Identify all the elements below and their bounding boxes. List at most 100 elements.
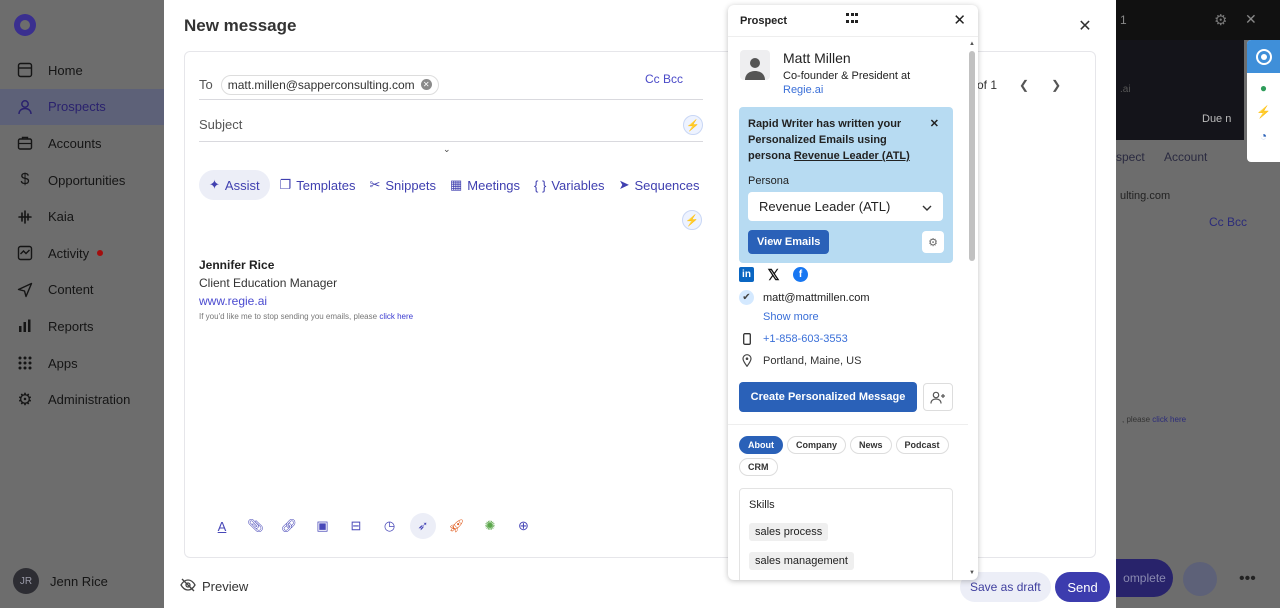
extension-widget: ● ⚡ ◔: [1247, 40, 1280, 162]
linkedin-icon[interactable]: in: [739, 267, 754, 282]
pie-icon[interactable]: ◔: [1260, 129, 1267, 143]
extension-logo-icon[interactable]: [1247, 40, 1280, 73]
sidebar-item-label: Reports: [48, 318, 94, 334]
sidebar-item-activity[interactable]: Activity: [0, 235, 164, 272]
sidebar-item-apps[interactable]: Apps: [0, 345, 164, 382]
cursor-icon[interactable]: ➶: [410, 513, 436, 539]
chevron-down-icon[interactable]: ⌄: [443, 144, 451, 155]
sidebar-item-label: Administration: [48, 392, 131, 408]
assist-button[interactable]: ✦ Assist: [199, 170, 270, 200]
add-person-icon[interactable]: [923, 383, 953, 411]
skill-tag: sales management: [749, 552, 854, 570]
tab-company[interactable]: Company: [787, 436, 847, 454]
compose-toolbar: ✦ Assist ❐ Templates ✂ Snippets ▦ Meetin…: [199, 170, 714, 200]
bug-icon[interactable]: ✺: [477, 513, 503, 539]
tool-label: Assist: [224, 177, 260, 193]
facebook-icon[interactable]: f: [793, 267, 808, 282]
prospect-company[interactable]: Regie.ai: [783, 84, 910, 96]
prospect-title: Co-founder & President at: [783, 70, 911, 82]
sidebar-item-accounts[interactable]: Accounts: [0, 125, 164, 162]
brand-logo[interactable]: [14, 14, 36, 36]
scroll-up-icon[interactable]: ▲: [968, 41, 976, 47]
sidebar-item-content[interactable]: Content: [0, 272, 164, 309]
tool-label: Meetings: [467, 177, 521, 193]
show-more-link[interactable]: Show more: [763, 311, 819, 323]
subject-placeholder: Subject: [199, 117, 243, 132]
unsubscribe-link[interactable]: click here: [379, 312, 413, 321]
snippet-icon[interactable]: ⊟: [343, 513, 369, 539]
signature-website[interactable]: www.regie.ai: [199, 294, 413, 308]
bolt-icon[interactable]: ⚡: [683, 115, 703, 135]
user-profile[interactable]: JR Jenn Rice: [13, 568, 108, 594]
background-due-text: Due n: [1202, 113, 1232, 125]
sidebar-item-reports[interactable]: Reports: [0, 308, 164, 345]
snippets-button[interactable]: ✂ Snippets: [369, 170, 436, 200]
gear-icon[interactable]: ⚙: [1214, 11, 1227, 29]
subject-field[interactable]: Subject ⚡: [199, 108, 703, 142]
sidebar-item-prospects[interactable]: Prospects: [0, 88, 164, 126]
remove-recipient-icon[interactable]: ✕: [420, 79, 432, 90]
sequences-button[interactable]: ➤ Sequences: [619, 170, 700, 200]
close-icon[interactable]: ✕: [1245, 11, 1257, 28]
to-field[interactable]: To matt.millen@sapperconsulting.com ✕ Cc…: [199, 70, 703, 100]
panel-scrollbar[interactable]: ▲ ▼: [968, 41, 976, 576]
persona-link[interactable]: Revenue Leader (ATL): [794, 150, 910, 162]
close-icon[interactable]: ✕: [953, 11, 966, 29]
people-icon[interactable]: ●: [1260, 81, 1267, 95]
rocket-icon[interactable]: 🚀︎: [444, 513, 470, 539]
divider: [728, 424, 968, 425]
x-twitter-icon[interactable]: 𝕏: [766, 267, 781, 284]
attachment-icon[interactable]: 📎︎: [243, 513, 269, 539]
prospect-tabs: About Company News Podcast CRM: [739, 436, 959, 480]
variables-button[interactable]: { } Variables: [534, 170, 605, 200]
sidebar-item-administration[interactable]: ⚙ Administration: [0, 381, 164, 418]
plus-circle-icon[interactable]: ⊕: [511, 513, 537, 539]
meetings-button[interactable]: ▦ Meetings: [450, 170, 520, 200]
tab-crm[interactable]: CRM: [739, 458, 778, 476]
background-timer-button[interactable]: [1183, 562, 1217, 596]
view-emails-button[interactable]: View Emails: [748, 230, 830, 254]
preview-toggle[interactable]: Preview: [180, 578, 248, 595]
prospect-email[interactable]: matt@mattmillen.com: [763, 292, 870, 304]
background-email-partial: ulting.com: [1120, 190, 1171, 202]
sidebar-item-kaia[interactable]: Kaia: [0, 198, 164, 235]
bar-chart-icon: [16, 317, 34, 335]
tab-about[interactable]: About: [739, 436, 783, 454]
background-tab-prospect: spect: [1116, 150, 1145, 164]
scrollbar-thumb[interactable]: [969, 51, 975, 261]
cc-bcc-link[interactable]: Cc Bcc: [645, 72, 683, 86]
link-icon[interactable]: 🔗︎: [276, 513, 302, 539]
background-complete-button[interactable]: omplete: [1116, 559, 1173, 597]
dismiss-icon[interactable]: ✕: [930, 117, 939, 130]
calendar-icon: ▦: [449, 177, 463, 192]
background-topbar: 1 ⚙ ✕: [1116, 0, 1280, 40]
sidebar-item-label: Content: [48, 282, 94, 298]
clock-icon[interactable]: ◷: [377, 513, 403, 539]
scroll-down-icon[interactable]: ▼: [968, 570, 976, 576]
text-format-icon[interactable]: A: [209, 513, 235, 539]
to-label: To: [199, 77, 213, 92]
bolt-icon[interactable]: ⚡: [682, 210, 702, 230]
create-personalized-message-button[interactable]: Create Personalized Message: [739, 382, 917, 412]
bolt-icon[interactable]: ⚡: [1256, 105, 1271, 119]
background-more-icon[interactable]: •••: [1239, 570, 1256, 588]
sidebar-item-home[interactable]: Home: [0, 52, 164, 89]
templates-icon: ❐: [279, 177, 292, 192]
prospect-phone[interactable]: +1-858-603-3553: [763, 333, 848, 345]
image-icon[interactable]: ▣: [310, 513, 336, 539]
persona-select[interactable]: Revenue Leader (ATL): [748, 192, 943, 221]
show-more-row: Show more: [763, 311, 819, 323]
phone-icon: [739, 331, 754, 346]
send-button[interactable]: Send: [1055, 572, 1110, 602]
close-icon[interactable]: ✕: [1075, 16, 1095, 36]
apps-grid-icon[interactable]: [846, 13, 858, 25]
preview-label: Preview: [202, 579, 249, 594]
gear-icon[interactable]: ⚙: [922, 231, 944, 253]
signature-name: Jennifer Rice: [199, 258, 275, 272]
sidebar-item-opportunities[interactable]: $ Opportunities: [0, 162, 164, 199]
tab-news[interactable]: News: [850, 436, 892, 454]
rapid-writer-message: Rapid Writer has written your Personaliz…: [748, 118, 910, 162]
recipient-chip[interactable]: matt.millen@sapperconsulting.com ✕: [220, 74, 439, 95]
tab-podcast[interactable]: Podcast: [895, 436, 949, 454]
templates-button[interactable]: ❐ Templates: [280, 170, 356, 200]
